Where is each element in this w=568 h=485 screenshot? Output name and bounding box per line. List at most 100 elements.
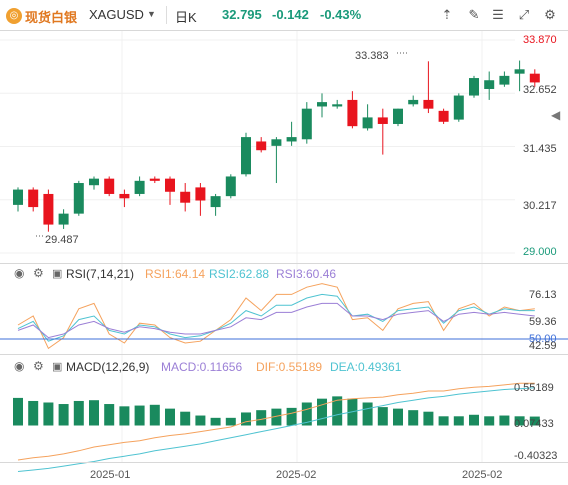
macd-bar [362,402,373,426]
candle-body [104,178,115,194]
macd-bar [256,410,267,426]
candle-body [165,178,175,192]
candle-body [423,99,434,109]
macd-bar [58,404,69,426]
macd-divider [0,354,568,355]
candle-body [256,141,267,151]
macd-bar [104,404,115,426]
macd-bar [149,404,160,426]
candlestick-chart[interactable] [0,0,568,485]
candle-body [43,193,54,225]
candle-body [180,191,191,203]
macd-axis-label: 0.07433 [514,418,554,430]
macd-bar [165,408,175,426]
macd-bar [438,416,449,426]
rsi-axis-label: 42.59 [529,340,557,352]
y-axis-label: 33.870 [523,34,557,46]
candle-body [484,80,495,89]
macd-bar [499,415,510,426]
candle-body [134,180,145,194]
macd-title[interactable]: MACD(12,26,9) [66,360,149,374]
macd-bar [332,396,343,426]
macd-bar [317,398,327,426]
macd-bar [408,410,419,426]
rsi3-line [17,302,535,339]
candle-body [332,104,343,107]
rsi2-value: RSI2:62.88 [209,267,270,281]
macd-bar [241,412,251,426]
candle-body [362,117,373,129]
macd-axis-label: -0.40323 [514,450,558,462]
rsi3-value: RSI3:60.46 [276,267,337,281]
macd-bar [73,400,84,426]
candle-body [73,183,84,214]
candle-body [225,176,236,197]
candle-body [301,108,312,140]
candle-body [453,95,464,120]
candle-body [529,73,540,83]
indicator-select-icon[interactable]: ▣ [52,267,62,280]
macd-axis-label: 0.55189 [514,382,554,394]
candle-body [286,137,297,142]
macd-bar [180,411,191,426]
collapse-sidebar-icon[interactable]: ◀ [551,108,565,128]
candle-body [58,213,69,225]
rsi2-line [17,293,535,342]
x-axis-divider [0,462,568,463]
candle-body [438,110,449,122]
macd-bar [393,408,403,426]
x-axis-label: 2025-02 [276,469,317,481]
x-axis-label: 2025-01 [90,469,131,481]
high-annotation: 33.383 [355,50,389,62]
macd-bar [43,402,54,426]
y-axis-label: 29.000 [523,246,557,258]
candle-body [119,193,130,199]
rsi-title[interactable]: RSI(7,14,21) [66,267,134,281]
candle-body [377,117,388,124]
gear-icon[interactable]: ⚙ [33,266,44,280]
macd-bar [119,406,130,426]
candle-body [499,75,510,85]
candle-body [13,189,23,205]
candle-body [89,178,99,186]
candle-body [469,78,479,96]
candle-body [393,108,403,124]
candle-body [347,99,358,127]
macd-bar [484,416,495,426]
eye-icon[interactable]: ◉ [14,359,24,373]
y-axis-label: 31.435 [523,143,557,155]
macd-bar [195,415,206,426]
rsi-axis-label: 76.13 [529,289,557,301]
macd-series [13,382,540,472]
candle-body [271,139,282,146]
macd-bar [225,417,236,426]
macd-bar [286,407,297,426]
macd-bar [423,411,434,426]
macd-bar [210,417,221,426]
candle-body [195,187,206,201]
candle-body [408,99,419,105]
macd-bar [469,414,479,426]
y-axis-label: 30.217 [523,200,557,212]
candle-body [149,178,160,181]
eye-icon[interactable]: ◉ [14,266,24,280]
y-axis-label: 32.652 [523,84,557,96]
gear-icon[interactable]: ⚙ [33,359,44,373]
macd-bar [377,407,388,426]
macd-bar [28,400,39,426]
candle-body [210,196,221,208]
indicator-select-icon[interactable]: ▣ [52,360,62,373]
low-annotation: 29.487 [45,234,79,246]
candle-body [241,137,251,175]
candle-body [28,189,39,208]
macd-bar [453,416,464,426]
macd-value: MACD:0.11656 [161,360,243,374]
rsi-axis-label: 59.36 [529,316,557,328]
candle-body [317,102,327,107]
macd-bar [13,397,23,426]
dea-value: DEA:0.49361 [330,360,402,374]
macd-bar [134,405,145,426]
rsi-divider [0,263,568,264]
candle-body [514,69,525,74]
x-axis-label: 2025-02 [462,469,503,481]
